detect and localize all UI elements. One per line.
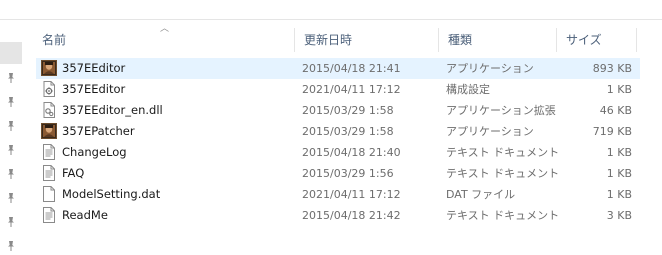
column-header-bar: ︿ 名前 更新日時 種類 サイズ [30, 24, 640, 54]
file-name: ReadMe [62, 208, 108, 222]
column-header-type-label: 種類 [448, 33, 473, 47]
nav-pane-selected-item[interactable] [0, 42, 22, 64]
file-name: FAQ [62, 166, 85, 180]
pin-icon [5, 96, 17, 108]
file-name: 357EEditor_en.dll [62, 103, 163, 117]
file-row[interactable]: ModelSetting.dat 2021/04/11 17:12 DAT ファ… [36, 184, 640, 205]
file-date: 2015/04/18 21:41 [302, 62, 401, 75]
file-name: 357EPatcher [62, 124, 135, 138]
nav-pane-top-strip [0, 0, 22, 20]
file-row[interactable]: ReadMe 2015/04/18 21:42 テキスト ドキュメント 3 KB [36, 205, 640, 226]
file-row[interactable]: FAQ 2015/03/29 1:56 テキスト ドキュメント 1 KB [36, 163, 640, 184]
file-name: ChangeLog [62, 145, 127, 159]
text-document-icon [41, 207, 57, 223]
file-type: DAT ファイル [446, 188, 516, 201]
file-type: 構成設定 [446, 83, 490, 96]
file-type: アプリケーション [446, 125, 534, 138]
file-size: 719 KB [592, 125, 632, 138]
file-row[interactable]: 357EPatcher 2015/03/29 1:58 アプリケーション 719… [36, 121, 640, 142]
column-header-type[interactable]: 種類 [438, 26, 556, 54]
file-size: 46 KB [599, 104, 632, 117]
file-name: ModelSetting.dat [62, 187, 161, 201]
file-name: 357EEditor [62, 82, 126, 96]
file-size: 1 KB [606, 188, 632, 201]
file-size: 1 KB [606, 146, 632, 159]
column-header-name-label: 名前 [42, 33, 67, 47]
file-row[interactable]: 357EEditor_en.dll 2015/03/29 1:58 アプリケーシ… [36, 100, 640, 121]
app-portrait-icon [41, 123, 57, 139]
pin-icon [5, 240, 17, 252]
pin-icon [5, 192, 17, 204]
column-header-size[interactable]: サイズ [556, 26, 636, 54]
file-date: 2015/03/29 1:56 [302, 167, 394, 180]
file-date: 2021/04/11 17:12 [302, 83, 401, 96]
column-header-date-label: 更新日時 [304, 33, 353, 47]
pin-icon [5, 120, 17, 132]
blank-file-icon [41, 186, 57, 202]
text-document-icon [41, 144, 57, 160]
toolbar-divider [22, 19, 662, 20]
navigation-pane [0, 0, 22, 255]
column-header-name[interactable]: 名前 [32, 26, 290, 54]
pin-icon [5, 144, 17, 156]
file-date: 2015/04/18 21:40 [302, 146, 401, 159]
column-header-size-label: サイズ [566, 33, 602, 47]
file-row[interactable]: 357EEditor 2015/04/18 21:41 アプリケーション 893… [36, 58, 640, 79]
dll-file-icon [41, 102, 57, 118]
file-type: テキスト ドキュメント [446, 146, 560, 159]
file-size: 1 KB [606, 83, 632, 96]
text-document-icon [41, 165, 57, 181]
file-date: 2015/03/29 1:58 [302, 104, 394, 117]
file-size: 3 KB [606, 209, 632, 222]
file-row[interactable]: ChangeLog 2015/04/18 21:40 テキスト ドキュメント 1… [36, 142, 640, 163]
file-type: アプリケーション [446, 62, 534, 75]
file-type: アプリケーション拡張 [446, 104, 556, 117]
column-header-date[interactable]: 更新日時 [294, 26, 438, 54]
file-type: テキスト ドキュメント [446, 167, 560, 180]
file-date: 2015/03/29 1:58 [302, 125, 394, 138]
file-row[interactable]: 357EEditor 2021/04/11 17:12 構成設定 1 KB [36, 79, 640, 100]
file-date: 2021/04/11 17:12 [302, 188, 401, 201]
file-size: 1 KB [606, 167, 632, 180]
file-name: 357EEditor [62, 61, 126, 75]
config-file-icon [41, 81, 57, 97]
pin-icon [5, 72, 17, 84]
file-size: 893 KB [592, 62, 632, 75]
file-date: 2015/04/18 21:42 [302, 209, 401, 222]
pin-icon [5, 216, 17, 228]
pin-icon [5, 168, 17, 180]
column-separator[interactable] [636, 28, 637, 52]
app-portrait-icon [41, 60, 57, 76]
file-type: テキスト ドキュメント [446, 209, 560, 222]
